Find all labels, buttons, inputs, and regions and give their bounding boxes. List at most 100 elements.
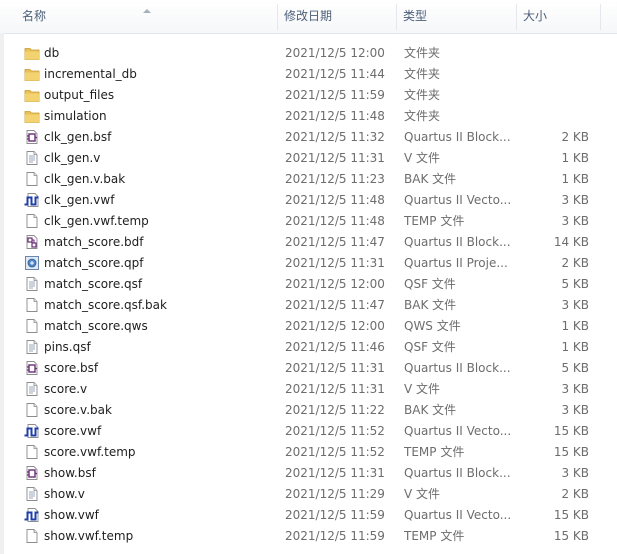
text-file-icon [24,276,40,292]
file-size: 5 KB [561,277,589,291]
file-name: db [44,46,60,60]
file-modified-date: 2021/12/5 11:47 [285,235,385,249]
file-modified-date: 2021/12/5 11:31 [285,256,385,270]
file-name: score.vwf.temp [44,445,136,459]
file-row[interactable]: db 2021/12/5 12:00 文件夹 [0,43,617,64]
file-row[interactable]: output_files 2021/12/5 11:59 文件夹 [0,85,617,106]
blank-file-icon [24,528,40,544]
file-modified-date: 2021/12/5 11:48 [285,214,385,228]
file-type: TEMP 文件 [404,445,465,459]
block-symbol-file-icon [24,129,40,145]
file-modified-date: 2021/12/5 11:31 [285,361,385,375]
file-type: V 文件 [404,487,441,501]
column-divider[interactable] [600,4,601,30]
file-name: score.v [44,382,88,396]
file-modified-date: 2021/12/5 11:52 [285,424,385,438]
file-row[interactable]: clk_gen.vwf 2021/12/5 11:48 Quartus II Vec… [0,190,617,211]
file-row[interactable]: score.bsf 2021/12/5 11:31 Quartus II Block… [0,358,617,379]
file-type: 文件夹 [404,46,441,60]
column-header-name[interactable]: 名称 [22,0,272,33]
file-type: V 文件 [404,151,441,165]
file-size: 3 KB [561,466,589,480]
file-row[interactable]: score.v 2021/12/5 11:31 V 文件 3 KB [0,379,617,400]
file-modified-date: 2021/12/5 11:46 [285,340,385,354]
file-name: match_score.qsf.bak [44,298,167,312]
file-row[interactable]: score.v.bak 2021/12/5 11:22 BAK 文件 3 KB [0,400,617,421]
file-size: 15 KB [553,529,589,543]
file-name: clk_gen.v [44,151,101,165]
file-size: 3 KB [561,298,589,312]
file-row[interactable]: pins.qsf 2021/12/5 11:46 QSF 文件 1 KB [0,337,617,358]
blank-file-icon [24,318,40,334]
file-row[interactable]: match_score.qsf.bak 2021/12/5 11:47 BAK 文件… [0,295,617,316]
file-modified-date: 2021/12/5 11:23 [285,172,385,186]
blank-file-icon [24,402,40,418]
text-file-icon [24,150,40,166]
file-row[interactable]: match_score.qws 2021/12/5 12:00 QWS 文件 1 KB [0,316,617,337]
file-type: BAK 文件 [404,172,457,186]
text-file-icon [24,339,40,355]
file-name: clk_gen.v.bak [44,172,126,186]
file-modified-date: 2021/12/5 11:44 [285,67,385,81]
column-divider[interactable] [277,4,278,30]
file-size: 2 KB [561,487,589,501]
folder-icon [24,87,40,103]
file-row[interactable]: match_score.qsf 2021/12/5 12:00 QSF 文件 5 KB [0,274,617,295]
file-type: TEMP 文件 [404,529,465,543]
waveform-file-icon [24,192,40,208]
file-type: Quartus II Block... [404,361,511,375]
file-modified-date: 2021/12/5 12:00 [285,277,385,291]
file-type: TEMP 文件 [404,214,465,228]
file-size: 15 KB [553,424,589,438]
file-modified-date: 2021/12/5 11:31 [285,151,385,165]
block-diagram-file-icon [24,234,40,250]
file-size: 3 KB [561,382,589,396]
file-size: 3 KB [561,193,589,207]
column-divider[interactable] [516,4,517,30]
file-size: 15 KB [553,508,589,522]
file-name: clk_gen.vwf [44,193,115,207]
file-row[interactable]: match_score.bdf 2021/12/5 11:47 Quartus II… [0,232,617,253]
file-size: 1 KB [561,151,589,165]
file-row[interactable]: clk_gen.bsf 2021/12/5 11:32 Quartus II Blo… [0,127,617,148]
file-name: show.vwf [44,508,99,522]
file-row[interactable]: show.bsf 2021/12/5 11:31 Quartus II Block.… [0,463,617,484]
file-row[interactable]: clk_gen.v 2021/12/5 11:31 V 文件 1 KB [0,148,617,169]
file-row[interactable]: show.v 2021/12/5 11:29 V 文件 2 KB [0,484,617,505]
file-name: clk_gen.vwf.temp [44,214,149,228]
text-file-icon [24,381,40,397]
file-name: output_files [44,88,115,102]
file-row[interactable]: score.vwf.temp 2021/12/5 11:52 TEMP 文件 15 K… [0,442,617,463]
column-header-bar: 名称 修改日期 类型 大小 [0,0,617,34]
file-name: match_score.bdf [44,235,144,249]
blank-file-icon [24,213,40,229]
file-type: Quartus II Block... [404,466,511,480]
block-symbol-file-icon [24,360,40,376]
file-name: match_score.qpf [44,256,144,270]
file-type: Quartus II Vecto... [404,193,512,207]
file-row[interactable]: simulation 2021/12/5 11:48 文件夹 [0,106,617,127]
column-header-type[interactable]: 类型 [403,0,513,33]
blank-file-icon [24,171,40,187]
file-type: V 文件 [404,382,441,396]
column-header-date[interactable]: 修改日期 [284,0,394,33]
file-name: match_score.qws [44,319,148,333]
file-row[interactable]: show.vwf.temp 2021/12/5 11:59 TEMP 文件 15 KB [0,526,617,547]
column-divider[interactable] [396,4,397,30]
file-type: Quartus II Block... [404,235,511,249]
file-row[interactable]: score.vwf 2021/12/5 11:52 Quartus II Vecto… [0,421,617,442]
file-row[interactable]: clk_gen.v.bak 2021/12/5 11:23 BAK 文件 1 KB [0,169,617,190]
block-symbol-file-icon [24,465,40,481]
file-row[interactable]: clk_gen.vwf.temp 2021/12/5 11:48 TEMP 文件 3 … [0,211,617,232]
file-name: incremental_db [44,67,137,81]
file-modified-date: 2021/12/5 11:31 [285,466,385,480]
file-row[interactable]: incremental_db 2021/12/5 11:44 文件夹 [0,64,617,85]
project-file-icon [24,255,40,271]
file-modified-date: 2021/12/5 11:48 [285,109,385,123]
file-row[interactable]: show.vwf 2021/12/5 11:59 Quartus II Vecto.… [0,505,617,526]
file-type: 文件夹 [404,67,441,81]
file-modified-date: 2021/12/5 11:59 [285,88,385,102]
file-type: QSF 文件 [404,277,456,291]
file-size: 14 KB [553,235,589,249]
file-row[interactable]: match_score.qpf 2021/12/5 11:31 Quartus II… [0,253,617,274]
